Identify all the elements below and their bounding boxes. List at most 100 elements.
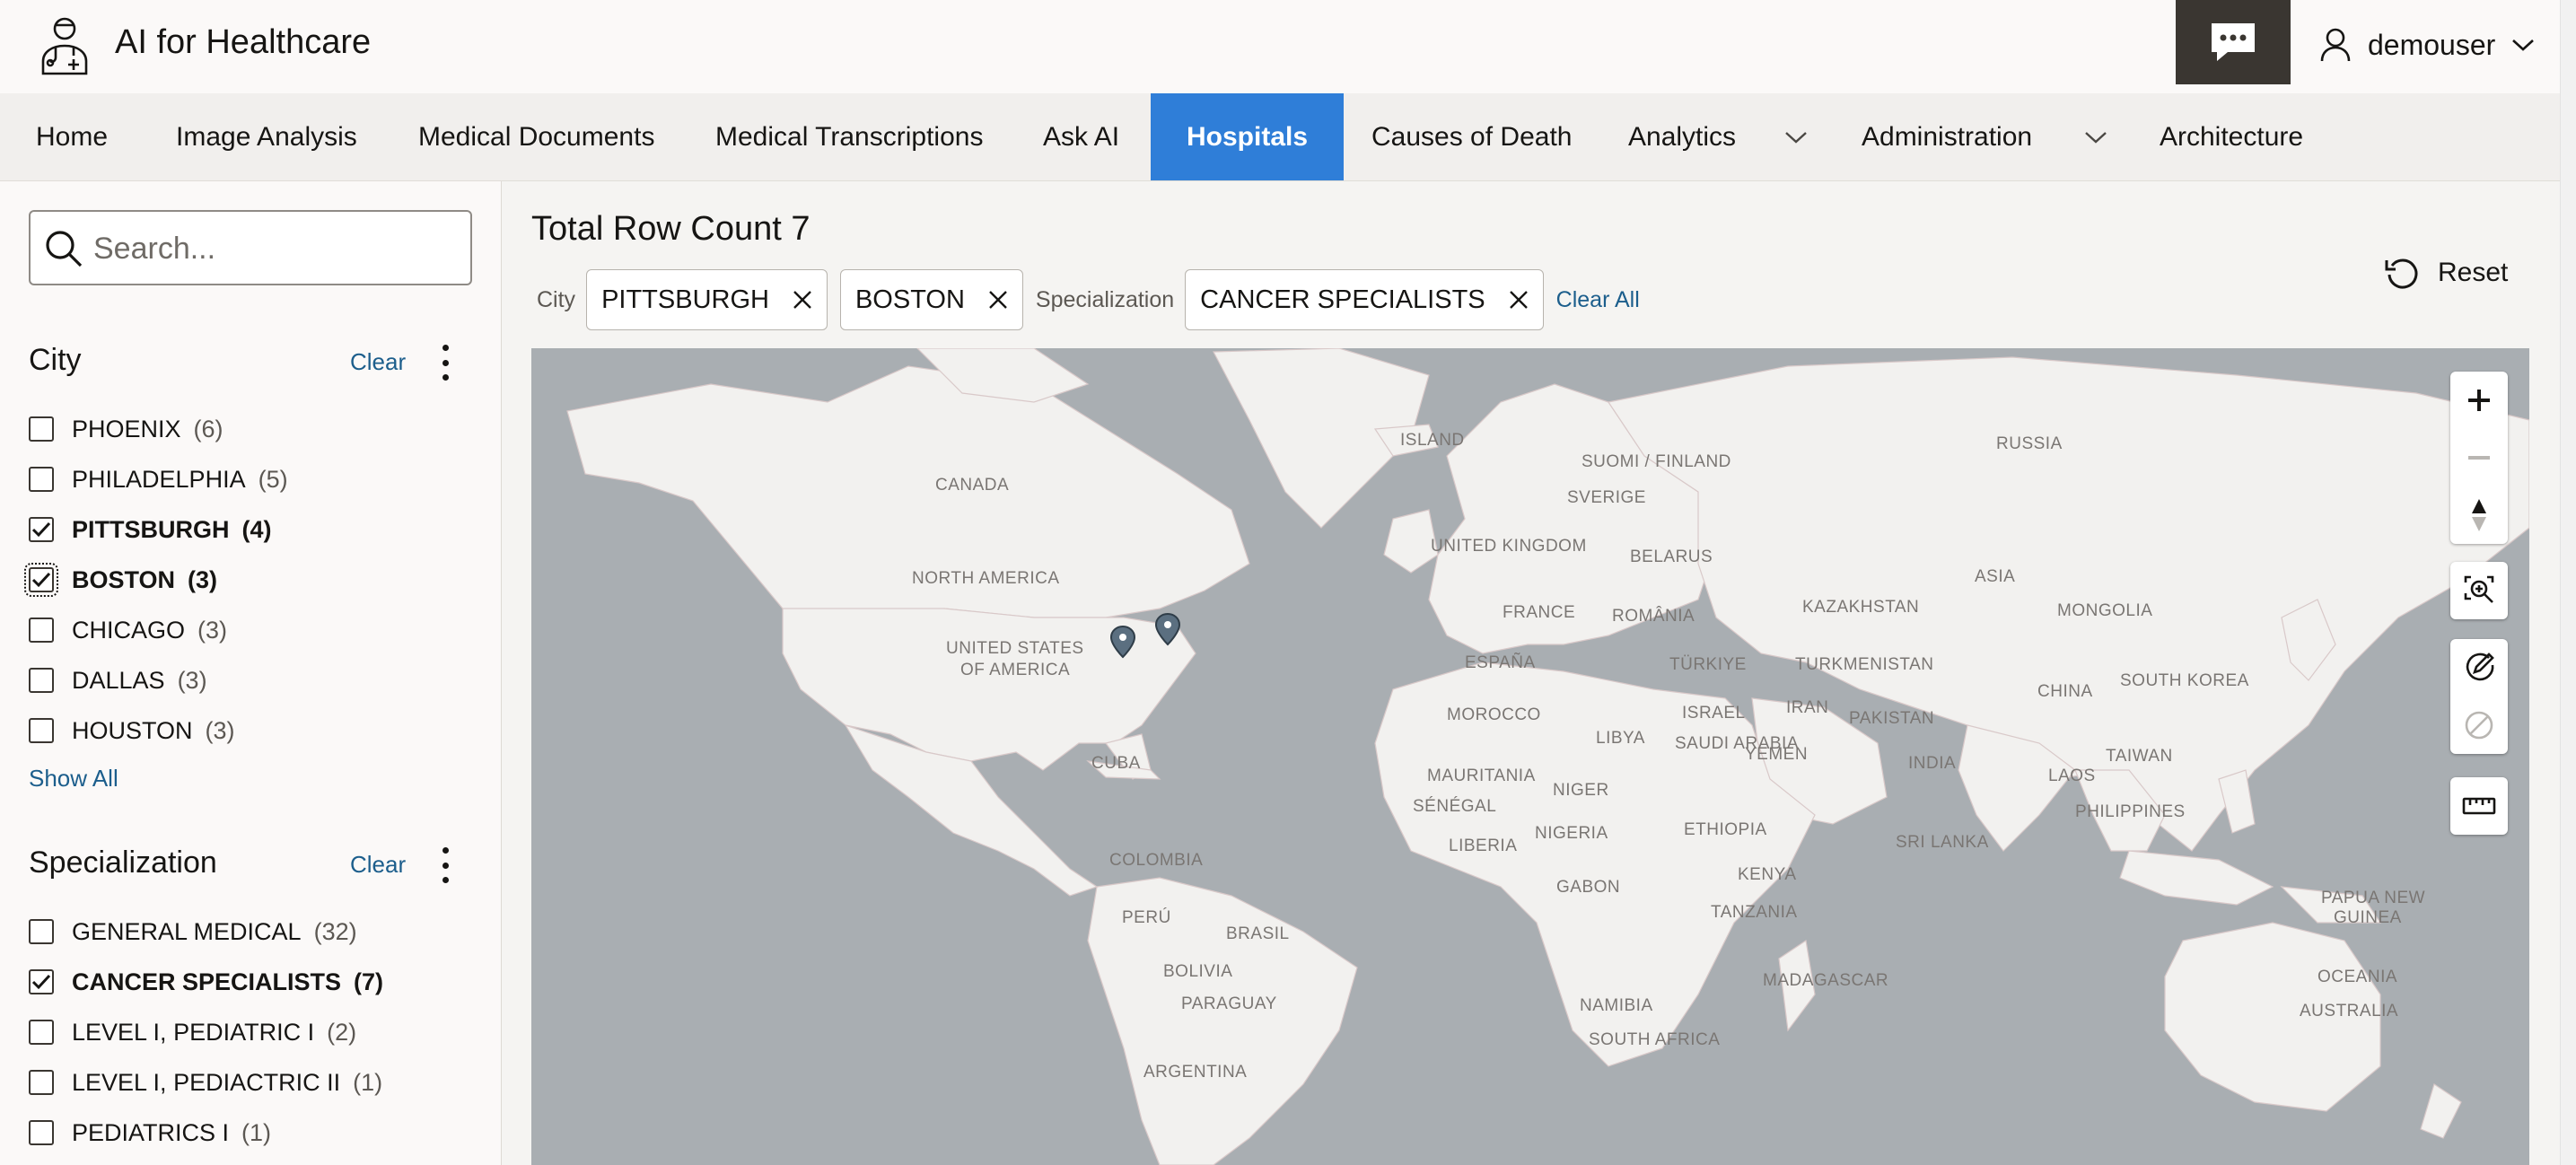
nav-administration[interactable]: Administration (1862, 93, 2032, 180)
map-label: TAIWAN (2106, 747, 2173, 766)
boston-marker[interactable] (1154, 612, 1181, 646)
map-label: ASIA (1975, 567, 2016, 586)
checkbox[interactable] (29, 1070, 54, 1095)
map-label: ISRAEL (1682, 704, 1746, 723)
map-label: GUINEA (2334, 908, 2402, 927)
map-label: ETHIOPIA (1684, 820, 1767, 839)
close-icon[interactable] (988, 290, 1008, 310)
administration-dropdown[interactable] (2084, 93, 2107, 180)
page-scrollbar[interactable] (2560, 0, 2576, 1165)
doctor-icon (41, 17, 88, 75)
zoom-controls (2450, 372, 2508, 544)
nav-home[interactable]: Home (36, 93, 108, 180)
city-option-philadelphia[interactable]: PHILADELPHIA (5) (29, 461, 288, 497)
map-label: TÜRKIYE (1669, 655, 1747, 674)
city-show-all-link[interactable]: Show All (29, 765, 118, 793)
checkbox[interactable] (29, 618, 54, 643)
clear-drawing-button[interactable] (2450, 696, 2508, 754)
city-clear-button[interactable]: Clear (350, 348, 406, 376)
user-menu[interactable]: demouser (2319, 25, 2535, 65)
checkbox[interactable] (29, 467, 54, 492)
compass-button[interactable] (2450, 486, 2508, 544)
main-nav: Home Image Analysis Medical Documents Me… (0, 93, 2560, 181)
check-icon (31, 974, 51, 990)
map-label: OF AMERICA (960, 661, 1071, 679)
map-label: BOLIVIA (1163, 962, 1233, 981)
specialization-more-icon[interactable] (434, 847, 456, 883)
draw-button[interactable] (2450, 639, 2508, 696)
spec-option-level-i-pediatric-i[interactable]: LEVEL I, PEDIATRIC I (2) (29, 1014, 356, 1050)
map-label: PAPUA NEW (2321, 889, 2426, 907)
measure-control (2450, 777, 2508, 835)
checkbox-checked[interactable] (29, 969, 54, 994)
checkbox[interactable] (29, 416, 54, 442)
nav-image-analysis[interactable]: Image Analysis (176, 93, 357, 180)
reset-button[interactable]: Reset (2384, 251, 2508, 294)
search-icon (46, 231, 83, 267)
nav-architecture[interactable]: Architecture (2160, 93, 2303, 180)
map-label: TURKMENISTAN (1795, 655, 1934, 674)
chat-button[interactable] (2176, 0, 2291, 84)
search-box[interactable] (29, 210, 472, 285)
map-label: SOUTH AFRICA (1589, 1030, 1721, 1049)
map-label: PHILIPPINES (2075, 802, 2186, 821)
app-header: AI for Healthcare demouser (0, 0, 2560, 94)
map-label: NAMIBIA (1580, 996, 1653, 1015)
city-option-houston[interactable]: HOUSTON (3) (29, 713, 235, 749)
spec-option-general-medical[interactable]: GENERAL MEDICAL (32) (29, 914, 357, 950)
zoom-out-button[interactable] (2450, 429, 2508, 486)
world-map-land (566, 348, 2529, 1165)
map-label: KENYA (1738, 865, 1797, 884)
pittsburgh-marker[interactable] (1109, 625, 1136, 659)
nav-causes-of-death[interactable]: Causes of Death (1371, 93, 1572, 180)
filter-chip-pittsburgh: PITTSBURGH (586, 269, 828, 330)
city-option-dallas[interactable]: DALLAS (3) (29, 662, 207, 698)
checkbox[interactable] (29, 668, 54, 693)
map-label: NIGER (1553, 781, 1609, 800)
pencil-circle-icon (2466, 653, 2494, 681)
zoom-in-button[interactable] (2450, 372, 2508, 429)
nav-medical-transcriptions[interactable]: Medical Transcriptions (715, 93, 983, 180)
map-label: MADAGASCAR (1763, 971, 1889, 990)
checkbox[interactable] (29, 1020, 54, 1045)
checkbox[interactable] (29, 1120, 54, 1145)
close-icon[interactable] (793, 290, 812, 310)
checkbox[interactable] (29, 919, 54, 944)
clear-all-link[interactable]: Clear All (1556, 287, 1640, 313)
minus-icon (2468, 456, 2490, 460)
map-label: SRI LANKA (1896, 833, 1989, 852)
search-input[interactable] (92, 224, 463, 273)
map-label: MONGOLIA (2057, 601, 2153, 620)
nav-hospitals[interactable]: Hospitals (1151, 93, 1345, 180)
nav-analytics[interactable]: Analytics (1628, 93, 1736, 180)
nav-ask-ai[interactable]: Ask AI (1043, 93, 1119, 180)
map-label: ESPAÑA (1465, 653, 1536, 672)
spec-option-cancer-specialists[interactable]: CANCER SPECIALISTS (7) (29, 964, 383, 1000)
checkbox-checked[interactable] (24, 563, 58, 597)
hospital-map[interactable]: ISLAND RUSSIA SUOMI / FINLAND SVERIGE CA… (531, 348, 2529, 1165)
map-label: CHINA (2037, 682, 2093, 701)
map-label: MOROCCO (1447, 705, 1541, 724)
city-more-icon[interactable] (434, 345, 456, 381)
checkbox[interactable] (29, 718, 54, 743)
specialization-filter-label: Specialization (1035, 286, 1175, 312)
chevron-down-icon (1785, 131, 1807, 144)
close-icon[interactable] (1509, 290, 1529, 310)
spec-option-pediatrics-i[interactable]: PEDIATRICS I (1) (29, 1115, 271, 1151)
filter-chip-boston: BOSTON (839, 269, 1023, 330)
measure-button[interactable] (2450, 777, 2508, 835)
city-option-chicago[interactable]: CHICAGO (3) (29, 612, 227, 648)
spec-option-level-i-pediactric-ii[interactable]: LEVEL I, PEDIACTRIC II (1) (29, 1064, 382, 1100)
zoom-area-icon (2464, 575, 2494, 603)
city-option-pittsburgh[interactable]: PITTSBURGH (4) (29, 512, 272, 547)
analytics-dropdown[interactable] (1784, 93, 1808, 180)
checkbox-checked[interactable] (29, 517, 54, 542)
zoom-to-area-button[interactable] (2450, 562, 2508, 619)
city-facet-title: City (29, 343, 82, 377)
city-option-boston[interactable]: BOSTON (3) (24, 562, 217, 598)
map-label: OCEANIA (2318, 968, 2398, 986)
specialization-clear-button[interactable]: Clear (350, 851, 406, 879)
filter-chip-cancer-specialists: CANCER SPECIALISTS (1185, 269, 1544, 330)
city-option-phoenix[interactable]: PHOENIX (6) (29, 411, 223, 447)
nav-medical-documents[interactable]: Medical Documents (418, 93, 654, 180)
